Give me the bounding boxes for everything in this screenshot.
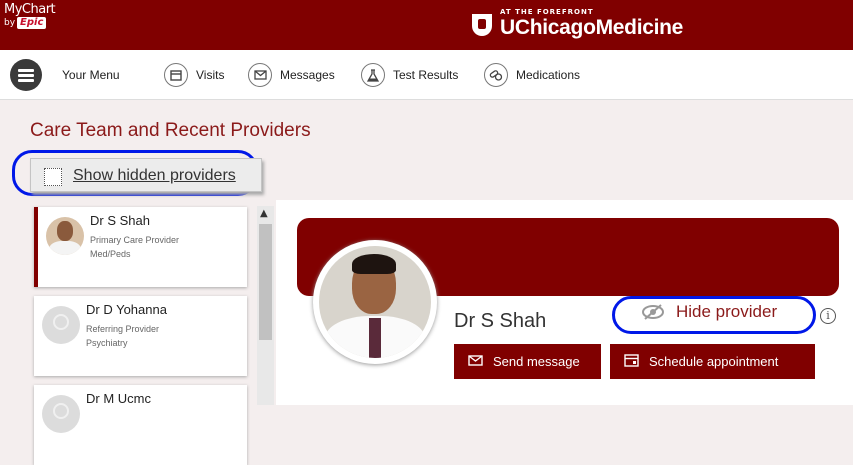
show-hidden-highlight-ring: Show hidden providers: [12, 150, 262, 196]
provider-specialty: Psychiatry: [86, 338, 128, 348]
nav-label-messages: Messages: [280, 68, 335, 82]
provider-card-yohanna[interactable]: Dr D Yohanna Referring Provider Psychiat…: [34, 296, 247, 376]
provider-role: Referring Provider: [86, 324, 160, 334]
provider-role: Primary Care Provider: [90, 235, 180, 245]
schedule-appointment-label: Schedule appointment: [649, 354, 779, 369]
shield-crest-icon: [472, 14, 492, 36]
calendar-icon: [624, 353, 639, 370]
avatar: [46, 217, 84, 255]
top-header-bar: MyChart by Epic AT THE FOREFRONT UChicago…: [0, 0, 853, 50]
hide-provider-button[interactable]: Hide provider: [640, 302, 777, 322]
nav-label-medications: Medications: [516, 68, 581, 82]
avatar-placeholder-icon: [42, 306, 80, 344]
nav-item-visits[interactable]: Visits: [164, 50, 224, 100]
provider-card-shah[interactable]: Dr S Shah Primary Care Provider Med/Peds: [34, 207, 247, 287]
org-tagline: AT THE FOREFRONT: [500, 8, 594, 16]
mychart-by-text: by: [4, 18, 16, 28]
mychart-logo[interactable]: MyChart by Epic: [4, 2, 56, 29]
your-menu-link[interactable]: Your Menu: [62, 50, 120, 100]
org-name: UChicagoMedicine: [500, 16, 684, 39]
nav-label-test-results: Test Results: [393, 68, 459, 82]
nav-label-visits: Visits: [196, 68, 225, 82]
nav-item-medications[interactable]: Medications: [484, 50, 580, 100]
your-menu-label: Your Menu: [62, 68, 120, 82]
nav-item-test-results[interactable]: Test Results: [361, 50, 458, 100]
info-icon[interactable]: i: [820, 308, 836, 324]
mychart-logo-text: MyChart: [4, 2, 56, 17]
avatar-placeholder-icon: [42, 395, 80, 433]
epic-logo: Epic: [17, 17, 47, 29]
provider-specialty: Med/Peds: [90, 249, 131, 259]
envelope-icon: [248, 63, 272, 87]
provider-card-ucmc[interactable]: Dr M Ucmc: [34, 385, 247, 465]
flask-icon: [361, 63, 385, 87]
provider-name: Dr S Shah: [90, 213, 150, 228]
main-nav: Your Menu Visits Messages Test Results M…: [0, 50, 853, 100]
send-message-button[interactable]: Send message: [454, 344, 601, 379]
eye-slash-icon: [640, 304, 666, 320]
show-hidden-providers-toggle[interactable]: Show hidden providers: [30, 158, 262, 192]
show-hidden-providers-label: Show hidden providers: [73, 167, 236, 184]
calendar-icon: [164, 63, 188, 87]
provider-name: Dr M Ucmc: [86, 391, 151, 406]
send-message-label: Send message: [493, 354, 580, 369]
provider-detail-name: Dr S Shah: [454, 310, 547, 332]
provider-name: Dr D Yohanna: [86, 302, 167, 317]
provider-photo: [313, 240, 437, 364]
provider-list-scrollbar[interactable]: ▲: [257, 206, 274, 405]
page-title: Care Team and Recent Providers: [30, 120, 311, 141]
nav-item-messages[interactable]: Messages: [248, 50, 335, 100]
envelope-icon: [468, 354, 483, 369]
scroll-up-arrow-icon[interactable]: ▲: [260, 208, 268, 219]
pills-icon: [484, 63, 508, 87]
scrollbar-thumb[interactable]: [259, 224, 272, 340]
hide-provider-label: Hide provider: [676, 302, 778, 321]
checkbox-icon[interactable]: [44, 168, 62, 186]
menu-hamburger-icon[interactable]: [10, 59, 42, 91]
schedule-appointment-button[interactable]: Schedule appointment: [610, 344, 815, 379]
